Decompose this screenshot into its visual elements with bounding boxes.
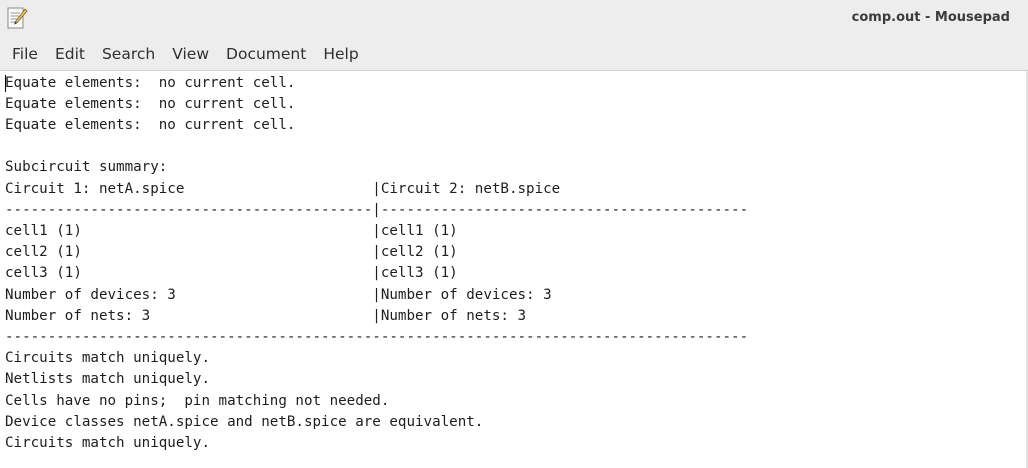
text-line: Equate elements: no current cell.: [5, 95, 296, 112]
text-line: Number of nets: 3 |Number of nets: 3: [5, 307, 527, 324]
text-line: Number of devices: 3 |Number of devices:…: [5, 286, 552, 303]
window-title: comp.out - Mousepad: [851, 10, 1010, 25]
text-line: Equate elements: no current cell.: [5, 116, 296, 133]
text-line: Netlists match uniquely.: [5, 371, 210, 388]
menu-document[interactable]: Document: [218, 39, 315, 69]
menu-bar: File Edit Search View Document Help: [0, 38, 1028, 71]
text-cursor: [5, 75, 6, 92]
text-editor-area[interactable]: Equate elements: no current cell. Equate…: [0, 71, 1028, 468]
text-line: Equate elements: no current cell.: [5, 74, 296, 91]
text-line: ----------------------------------------…: [5, 328, 749, 345]
text-line: Subcircuit summary:: [5, 159, 168, 176]
text-line: Circuits match uniquely.: [5, 350, 210, 367]
menu-help[interactable]: Help: [315, 39, 367, 69]
text-line: cell1 (1) |cell1 (1): [5, 222, 458, 239]
text-line: cell2 (1) |cell2 (1): [5, 244, 458, 261]
text-line: Cells have no pins; pin matching not nee…: [5, 392, 390, 409]
text-line: Device classes netA.spice and netB.spice…: [5, 413, 484, 430]
menu-file[interactable]: File: [0, 39, 46, 69]
text-line: Circuits match uniquely.: [5, 434, 210, 451]
document-text[interactable]: Equate elements: no current cell. Equate…: [5, 73, 748, 455]
text-line: Circuit 1: netA.spice |Circuit 2: netB.s…: [5, 180, 561, 197]
mousepad-window: comp.out - Mousepad File Edit Search Vie…: [0, 0, 1028, 468]
text-editor-icon[interactable]: [6, 5, 28, 31]
text-line: ----------------------------------------…: [5, 201, 749, 218]
menu-search[interactable]: Search: [93, 39, 163, 69]
menu-view[interactable]: View: [164, 39, 218, 69]
title-bar[interactable]: comp.out - Mousepad: [0, 0, 1028, 38]
text-line: cell3 (1) |cell3 (1): [5, 265, 458, 282]
menu-edit[interactable]: Edit: [46, 39, 93, 69]
